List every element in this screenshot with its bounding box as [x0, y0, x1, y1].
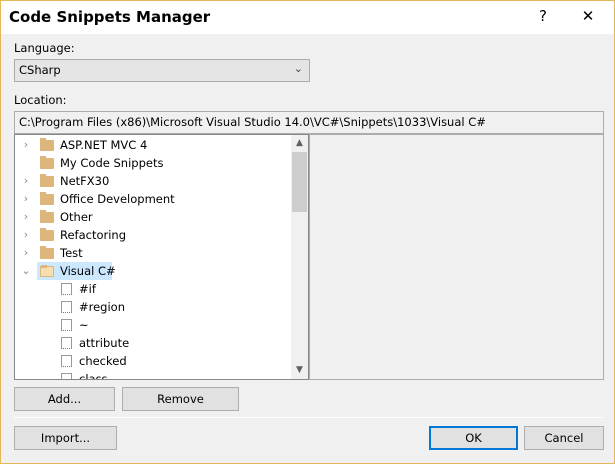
chevron-right-icon[interactable]: › [21, 136, 31, 154]
scroll-up-icon[interactable]: ▲ [291, 135, 308, 152]
folder-name: NetFX30 [60, 174, 110, 188]
snippet-icon [61, 319, 72, 331]
tree-folder[interactable]: › ASP.NET MVC 4 [15, 136, 291, 154]
folder-icon [40, 246, 54, 259]
tree-snippet[interactable]: ~ [15, 316, 291, 334]
snippet-icon [61, 337, 72, 349]
chevron-down-icon[interactable]: ⌄ [21, 262, 31, 280]
chevron-down-icon: ⌄ [293, 62, 303, 75]
tree-folder[interactable]: › Refactoring [15, 226, 291, 244]
help-button[interactable]: ? [531, 7, 555, 25]
chevron-right-icon[interactable]: › [21, 172, 31, 190]
tree-snippet[interactable]: checked [15, 352, 291, 370]
tree-scrollbar[interactable]: ▲ ▼ [291, 135, 308, 379]
tree-snippet[interactable]: #if [15, 280, 291, 298]
scroll-thumb[interactable] [292, 152, 307, 212]
snippet-icon [61, 355, 72, 367]
tree-snippet[interactable]: #region [15, 298, 291, 316]
separator [14, 417, 603, 418]
snippet-icon [61, 373, 72, 379]
folder-icon [40, 138, 54, 151]
folder-name: My Code Snippets [60, 156, 164, 170]
folder-name: Visual C# [60, 264, 116, 278]
snippet-name: checked [79, 354, 127, 368]
tree-folder[interactable]: › Test [15, 244, 291, 262]
snippet-icon [61, 283, 72, 295]
tree-folder[interactable]: › NetFX30 [15, 172, 291, 190]
folder-name: Other [60, 210, 93, 224]
folder-name: ASP.NET MVC 4 [60, 138, 148, 152]
chevron-right-icon[interactable]: › [21, 244, 31, 262]
title-bar: Code Snippets Manager ? ✕ [1, 1, 614, 34]
folder-name: Test [60, 246, 83, 260]
close-button[interactable]: ✕ [576, 7, 600, 25]
chevron-right-icon[interactable]: › [21, 226, 31, 244]
ok-button[interactable]: OK [429, 426, 518, 450]
snippet-name: #region [79, 300, 126, 314]
tree-folder[interactable]: › Office Development [15, 190, 291, 208]
scroll-down-icon[interactable]: ▼ [291, 362, 308, 379]
chevron-right-icon[interactable]: › [21, 208, 31, 226]
tree-folder[interactable]: › Other [15, 208, 291, 226]
cancel-button[interactable]: Cancel [524, 426, 604, 450]
snippet-name: attribute [79, 336, 130, 350]
language-label: Language: [14, 41, 75, 55]
tree-snippet[interactable]: class [15, 370, 291, 380]
dialog-window: Code Snippets Manager ? ✕ Language: CSha… [0, 0, 615, 464]
location-field[interactable]: C:\Program Files (x86)\Microsoft Visual … [14, 111, 604, 134]
folder-icon [40, 192, 54, 205]
folder-icon [40, 174, 54, 187]
folder-icon [40, 228, 54, 241]
folder-name: Refactoring [60, 228, 127, 242]
tree-snippet[interactable]: attribute [15, 334, 291, 352]
snippet-details-panel [309, 134, 604, 380]
folder-name: Office Development [60, 192, 175, 206]
folder-icon [40, 210, 54, 223]
snippet-name: class [79, 372, 108, 380]
snippet-tree[interactable]: ▲ ▼ › ASP.NET MVC 4 My Code Snippets › NetFX… [14, 134, 309, 380]
tree-folder[interactable]: ⌄ Visual C# [15, 262, 291, 280]
snippet-name: ~ [79, 318, 89, 332]
chevron-right-icon[interactable]: › [21, 190, 31, 208]
location-label: Location: [14, 93, 67, 107]
snippet-icon [61, 301, 72, 313]
snippet-name: #if [79, 282, 96, 296]
window-title: Code Snippets Manager [9, 8, 211, 26]
add-button[interactable]: Add... [14, 387, 115, 411]
import-button[interactable]: Import... [14, 426, 117, 450]
language-dropdown[interactable]: CSharp ⌄ [14, 59, 310, 82]
tree-folder[interactable]: My Code Snippets [15, 154, 291, 172]
folder-icon [40, 156, 54, 169]
language-value: CSharp [19, 63, 61, 77]
remove-button[interactable]: Remove [122, 387, 239, 411]
folder-icon [40, 265, 54, 277]
